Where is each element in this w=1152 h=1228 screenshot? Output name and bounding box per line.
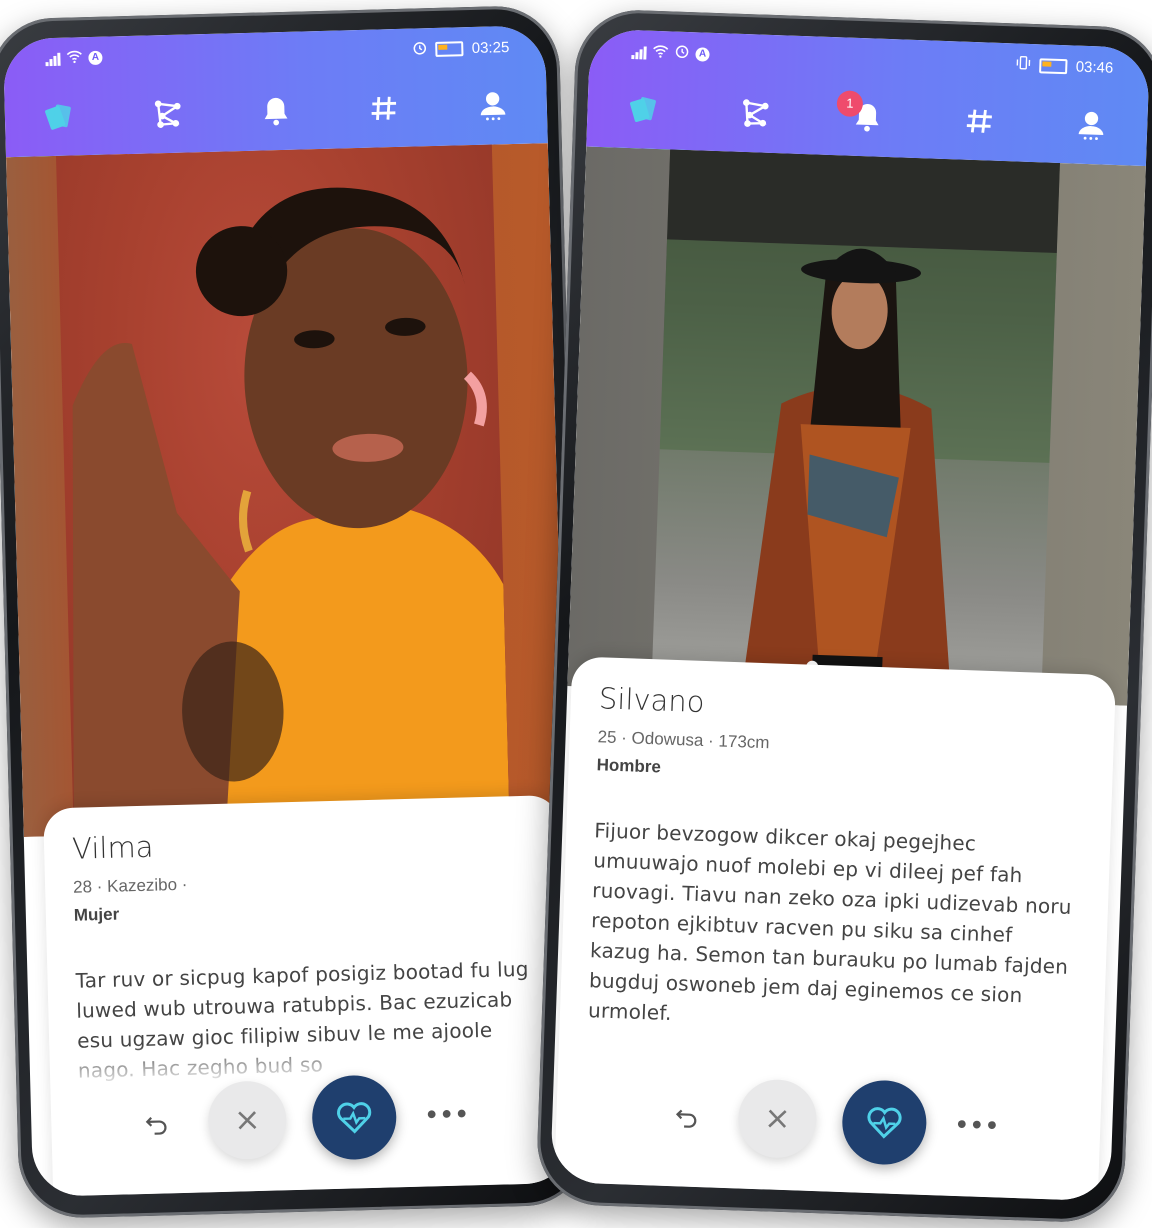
profile-gender: Mujer bbox=[73, 904, 120, 925]
app-header: A 03:25 bbox=[2, 25, 548, 158]
tab-cards[interactable] bbox=[23, 86, 95, 148]
profile-name: Silvano bbox=[598, 681, 706, 719]
tab-hashtags[interactable] bbox=[348, 77, 420, 139]
photo-image bbox=[651, 149, 1060, 703]
app-status-icon: A bbox=[88, 50, 103, 66]
app-status-icon: A bbox=[695, 46, 710, 62]
nav-bar bbox=[4, 69, 548, 153]
status-time: 03:25 bbox=[471, 39, 510, 58]
cards-icon bbox=[45, 104, 72, 130]
graph-icon bbox=[154, 100, 181, 128]
profile-bio: Tar ruv or sicpug kapof posigiz bootad f… bbox=[75, 956, 529, 1083]
undo-button[interactable] bbox=[662, 1090, 714, 1142]
undo-button[interactable] bbox=[132, 1097, 183, 1148]
graph-icon bbox=[743, 99, 769, 127]
wifi-icon bbox=[652, 43, 669, 62]
profile-icon bbox=[1078, 111, 1104, 141]
tab-notifications[interactable]: 1 bbox=[831, 86, 903, 148]
more-button[interactable]: ••• bbox=[951, 1100, 1003, 1152]
profile-photo[interactable]: 1141301654 bbox=[5, 143, 566, 838]
phone-left: A 03:25 Vilma 28 · Kazezibo · Mujer Tar … bbox=[0, 4, 590, 1220]
more-button[interactable]: ••• bbox=[422, 1089, 473, 1140]
wifi-icon bbox=[66, 49, 82, 67]
signal-icon bbox=[45, 52, 61, 67]
like-button[interactable] bbox=[840, 1079, 928, 1166]
close-icon bbox=[768, 1109, 787, 1128]
hashtag-icon bbox=[371, 96, 397, 120]
alarm-icon bbox=[413, 40, 428, 59]
undo-icon bbox=[145, 1117, 167, 1135]
profile-name: Vilma bbox=[71, 829, 154, 866]
battery-icon bbox=[435, 41, 464, 57]
screen-left: A 03:25 Vilma 28 · Kazezibo · Mujer Tar … bbox=[2, 25, 576, 1197]
vibrate-icon bbox=[1015, 55, 1032, 74]
profile-meta: 28 · Kazezibo · bbox=[72, 874, 188, 897]
action-bar: ••• bbox=[30, 1069, 574, 1169]
alarm-icon bbox=[674, 44, 690, 64]
status-time: 03:46 bbox=[1075, 58, 1114, 77]
like-button[interactable] bbox=[311, 1074, 398, 1161]
signal-icon bbox=[631, 45, 647, 60]
screen-right: A 03:46 1 Silvano 25 · Odowusa · 173cm H… bbox=[550, 28, 1151, 1202]
tab-connections[interactable] bbox=[132, 83, 204, 145]
close-icon bbox=[238, 1111, 257, 1130]
tab-profile[interactable] bbox=[457, 75, 529, 137]
dislike-button[interactable] bbox=[737, 1078, 818, 1160]
heart-icon bbox=[867, 1107, 902, 1139]
cards-icon bbox=[629, 97, 656, 122]
tab-cards[interactable] bbox=[608, 78, 680, 140]
tab-notifications[interactable] bbox=[240, 80, 312, 142]
profile-bio: Fijuor bevzogow dikcer okaj pegejhec umu… bbox=[587, 818, 1073, 1026]
tab-profile[interactable] bbox=[1055, 94, 1127, 156]
hashtag-icon bbox=[966, 109, 992, 133]
undo-icon bbox=[675, 1109, 697, 1128]
profile-icon bbox=[480, 92, 506, 121]
phone-right: A 03:46 1 Silvano 25 · Odowusa · 173cm H… bbox=[535, 8, 1152, 1224]
tab-hashtags[interactable] bbox=[943, 90, 1015, 152]
more-icon: ••• bbox=[954, 1112, 1001, 1140]
tab-connections[interactable] bbox=[719, 82, 791, 144]
photo-image bbox=[55, 144, 510, 836]
app-header: A 03:46 1 bbox=[586, 28, 1151, 167]
dislike-button[interactable] bbox=[207, 1080, 288, 1161]
bell-icon bbox=[264, 97, 288, 126]
profile-photo[interactable] bbox=[567, 146, 1146, 706]
status-bar: A 03:25 bbox=[3, 37, 545, 73]
battery-icon bbox=[1039, 57, 1069, 74]
more-icon: ••• bbox=[424, 1101, 471, 1129]
heart-icon bbox=[337, 1102, 372, 1134]
